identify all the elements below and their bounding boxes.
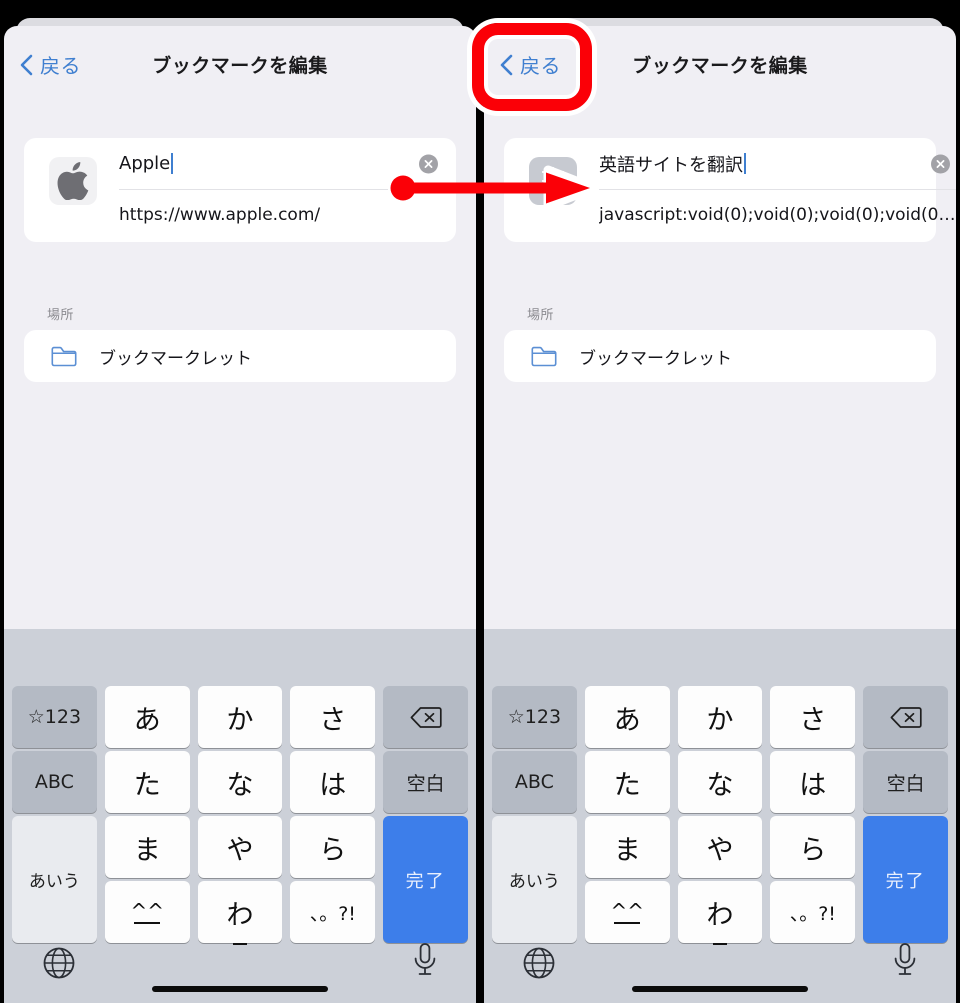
location-section-label: 場所 <box>527 308 554 323</box>
key-ra[interactable]: ら <box>770 816 856 878</box>
bookmark-url-value: https://www.apple.com/ <box>119 205 321 225</box>
bookmark-edit-card: 英語サイトを翻訳 javascript:void(0);void(0);void… <box>504 138 956 242</box>
screenshot-stage: 戻る ブックマークを編集 Apple https://www.apple.com… <box>0 0 960 1003</box>
bookmark-title-field[interactable]: Apple <box>119 138 444 190</box>
bookmark-title-value: Apple <box>119 153 171 174</box>
clear-circle-icon[interactable] <box>930 154 950 173</box>
location-folder-name: ブックマークレット <box>579 348 732 369</box>
key-space[interactable]: 空白 <box>863 751 948 813</box>
bookmark-fields: Apple https://www.apple.com/ <box>119 138 444 240</box>
key-symbols[interactable]: ☆123 <box>492 686 577 748</box>
key-na[interactable]: な <box>677 751 763 813</box>
key-symbols[interactable]: ☆123 <box>12 686 97 748</box>
location-folder-row[interactable]: ブックマークレット <box>24 330 456 382</box>
key-kana[interactable]: あいう <box>492 816 577 943</box>
key-sa[interactable]: さ <box>770 686 856 748</box>
bookmark-edit-card: Apple https://www.apple.com/ <box>24 138 456 242</box>
key-ta[interactable]: た <box>104 751 190 813</box>
key-ha[interactable]: は <box>290 751 376 813</box>
page-title: ブックマークを編集 <box>632 55 808 77</box>
microphone-icon[interactable] <box>412 942 438 980</box>
bookmark-url-field[interactable]: javascript:void(0);void(0);void(0);void(… <box>599 190 956 240</box>
globe-icon[interactable] <box>42 946 76 980</box>
home-indicator <box>152 986 328 992</box>
bookmark-fields: 英語サイトを翻訳 javascript:void(0);void(0);void… <box>599 138 956 240</box>
key-ta[interactable]: た <box>584 751 670 813</box>
phone-panel-left: 戻る ブックマークを編集 Apple https://www.apple.com… <box>0 0 480 1003</box>
key-ya[interactable]: や <box>677 816 763 878</box>
keyboard-bottom-bar <box>484 930 956 1003</box>
edit-bookmark-sheet: 戻る ブックマークを編集 英語サイトを翻訳 javascript:void(0)… <box>484 26 956 1003</box>
bookmark-title-field[interactable]: 英語サイトを翻訳 <box>599 138 956 190</box>
key-space[interactable]: 空白 <box>383 751 468 813</box>
globe-icon[interactable] <box>522 946 556 980</box>
home-indicator <box>632 986 808 992</box>
key-ma[interactable]: ま <box>584 816 670 878</box>
location-folder-row[interactable]: ブックマークレット <box>504 330 936 382</box>
keyboard-bottom-bar <box>4 930 476 1003</box>
page-title: ブックマークを編集 <box>152 55 328 77</box>
bookmark-url-field[interactable]: https://www.apple.com/ <box>119 190 444 240</box>
text-caret <box>744 153 746 174</box>
edit-bookmark-sheet: 戻る ブックマークを編集 Apple https://www.apple.com… <box>4 26 476 1003</box>
delete-backward-icon[interactable] <box>383 686 468 748</box>
japanese-keyboard: ☆123 あ か さ ABC た な は 空白 あいう ま や ら 完了 ^^ … <box>484 629 956 1003</box>
japanese-keyboard: ☆123 あ か さ ABC た な は 空白 あいう ま や ら 完了 ^^ … <box>4 629 476 1003</box>
folder-icon <box>531 346 557 367</box>
phone-panel-right: 戻る ブックマークを編集 英語サイトを翻訳 javascript:void(0)… <box>480 0 960 1003</box>
key-abc[interactable]: ABC <box>492 751 577 813</box>
key-ka[interactable]: か <box>677 686 763 748</box>
location-folder-name: ブックマークレット <box>99 348 252 369</box>
key-ya[interactable]: や <box>197 816 283 878</box>
key-a[interactable]: あ <box>584 686 670 748</box>
key-ma[interactable]: ま <box>104 816 190 878</box>
bookmark-title-value: 英語サイトを翻訳 <box>599 154 743 176</box>
bookmark-url-value: javascript:void(0);void(0);void(0);void(… <box>599 205 956 225</box>
key-a[interactable]: あ <box>104 686 190 748</box>
apple-logo-icon <box>49 157 97 205</box>
delete-backward-icon[interactable] <box>863 686 948 748</box>
microphone-icon[interactable] <box>892 942 918 980</box>
key-na[interactable]: な <box>197 751 283 813</box>
key-ha[interactable]: は <box>770 751 856 813</box>
bookmarklet-script-icon <box>529 157 577 205</box>
key-sa[interactable]: さ <box>290 686 376 748</box>
key-abc[interactable]: ABC <box>12 751 97 813</box>
location-section-label: 場所 <box>47 308 74 323</box>
key-ra[interactable]: ら <box>290 816 376 878</box>
text-caret <box>171 153 174 174</box>
key-done[interactable]: 完了 <box>383 816 468 943</box>
navigation-bar: 戻る ブックマークを編集 <box>4 26 476 104</box>
folder-icon <box>51 346 77 367</box>
clear-circle-icon[interactable] <box>419 154 438 173</box>
key-done[interactable]: 完了 <box>863 816 948 943</box>
key-kana[interactable]: あいう <box>12 816 97 943</box>
navigation-bar: 戻る ブックマークを編集 <box>484 26 956 104</box>
key-ka[interactable]: か <box>197 686 283 748</box>
